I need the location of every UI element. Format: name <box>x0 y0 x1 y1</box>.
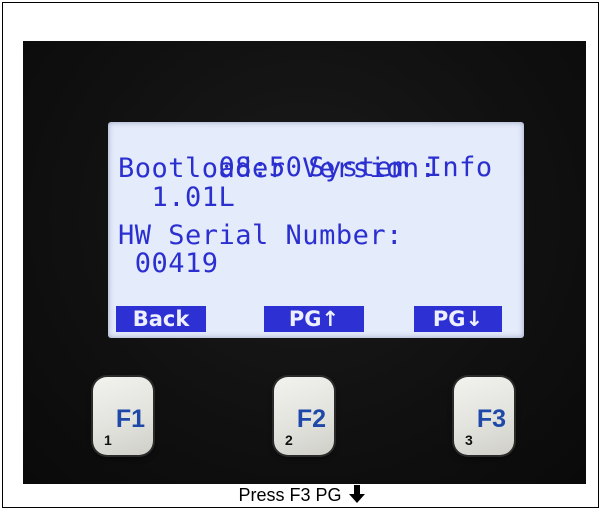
lcd-line-bootloader-label: Bootloader Version: <box>118 153 437 184</box>
lcd-line-bootloader-value: 1.01L <box>118 182 236 213</box>
f3-number: 3 <box>465 432 473 448</box>
f3-button[interactable]: F3 3 <box>454 377 514 455</box>
f3-label: F3 <box>476 405 506 433</box>
f2-number: 2 <box>285 432 293 448</box>
f1-button[interactable]: F1 1 <box>93 377 153 455</box>
f2-button[interactable]: F2 2 <box>274 377 334 455</box>
lcd-line-serial-value: 00419 <box>118 248 219 279</box>
down-arrow-icon <box>348 485 365 508</box>
lcd-display: 08:50 System Info Bootloader Version: 1.0… <box>108 122 524 338</box>
f1-number: 1 <box>104 432 112 448</box>
softkey-page-up[interactable]: PG↑ <box>264 306 364 332</box>
caption: Press F3 PG <box>0 485 603 508</box>
f1-label: F1 <box>115 405 145 433</box>
caption-text: Press F3 PG <box>238 485 342 505</box>
figure-frame: 08:50 System Info Bootloader Version: 1.0… <box>2 2 599 508</box>
softkey-back[interactable]: Back <box>116 306 206 332</box>
f2-label: F2 <box>296 405 326 433</box>
lcd-line-serial-label: HW Serial Number: <box>118 220 403 251</box>
softkey-page-down[interactable]: PG↓ <box>414 306 502 332</box>
